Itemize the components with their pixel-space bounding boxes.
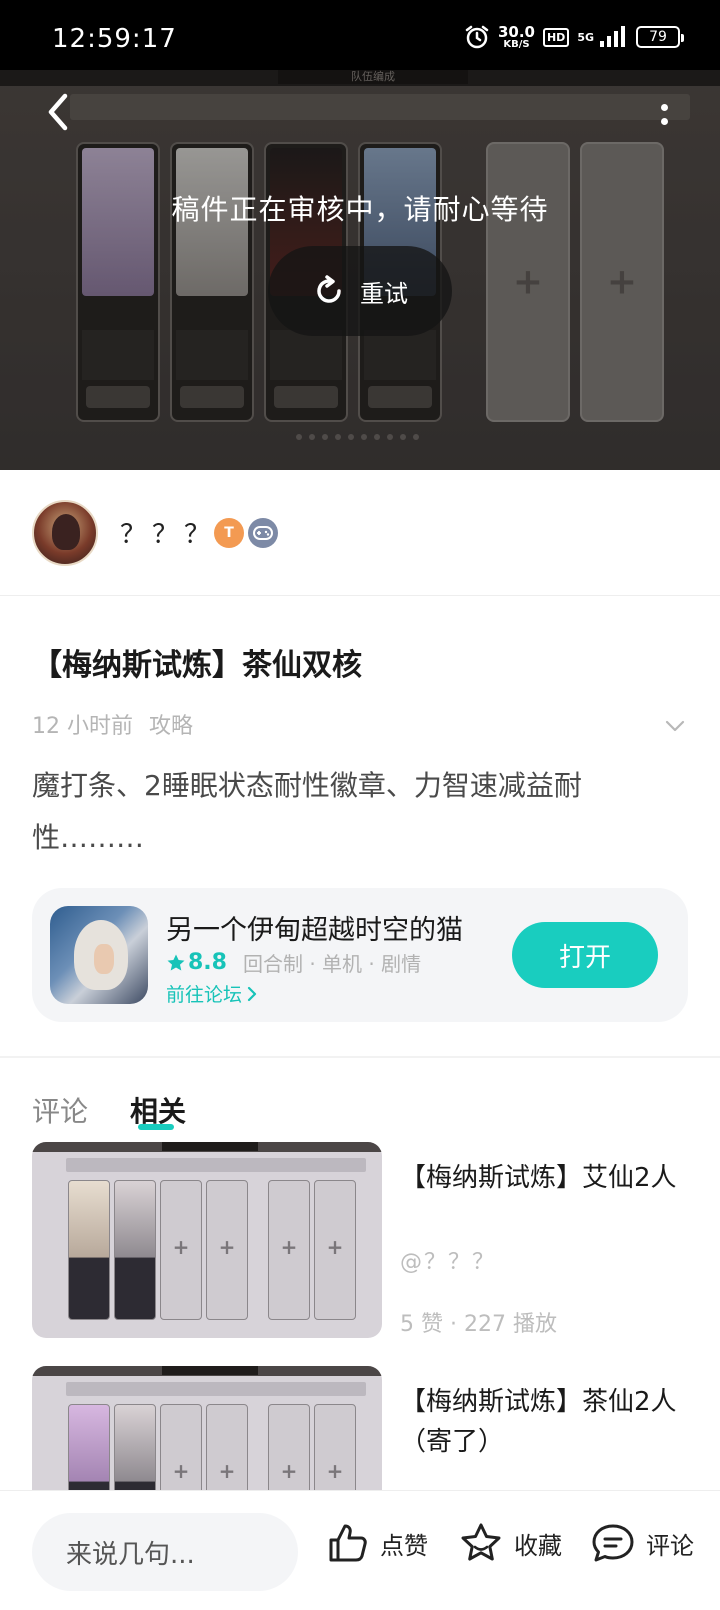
game-name[interactable]: 另一个伊甸超越时空的猫 <box>166 908 463 947</box>
comment-input[interactable]: 来说几句... <box>32 1513 298 1591</box>
battery-icon: 79 <box>636 26 684 48</box>
star-icon <box>167 954 185 970</box>
like-button[interactable]: 点赞 <box>326 1521 428 1565</box>
retry-button[interactable]: 重试 <box>268 246 452 336</box>
post-body: 魔打条、2睡眠状态耐性徽章、力智速减益耐性……… <box>32 769 582 854</box>
game-icon[interactable] <box>50 906 148 1004</box>
chevron-right-icon <box>247 986 257 1001</box>
network-speed-unit: KB/S <box>503 38 530 50</box>
status-time: 12:59:17 <box>52 24 177 54</box>
post-meta: 12 小时前 攻略 <box>32 708 193 740</box>
comment-input-placeholder: 来说几句... <box>66 1539 195 1570</box>
signal-icon <box>600 26 625 47</box>
active-tab-indicator <box>138 1124 174 1130</box>
game-card[interactable]: 另一个伊甸超越时空的猫 8.8 回合制 · 单机 · 剧情 前往论坛 打开 <box>32 888 688 1022</box>
comment-bubble-icon <box>592 1524 634 1562</box>
post-time: 12 小时前 <box>32 714 133 739</box>
related-thumbnail[interactable] <box>32 1142 382 1338</box>
author-name[interactable]: ？？？ <box>120 514 216 551</box>
back-arrow-icon <box>48 93 68 131</box>
more-dot-icon <box>660 103 668 111</box>
comment-button[interactable]: 评论 <box>590 1521 694 1565</box>
open-game-button[interactable]: 打开 <box>512 922 658 988</box>
network-type: 5G <box>577 30 594 44</box>
battery-level: 79 <box>649 29 667 45</box>
comment-label: 评论 <box>646 1531 694 1560</box>
network-speed: 30.0 KB/S <box>497 22 535 50</box>
bottom-action-bar: 来说几句... 点赞 收藏 评论 <box>0 1490 720 1610</box>
thumbs-up-icon <box>329 1524 367 1562</box>
related-stats: 5 赞 · 227 播放 <box>400 1312 557 1337</box>
gamepad-icon <box>248 518 278 548</box>
forum-link-label: 前往论坛 <box>166 984 243 1006</box>
avatar[interactable] <box>32 500 98 566</box>
back-button[interactable] <box>38 90 78 134</box>
alarm-icon <box>465 25 489 49</box>
tab-comments[interactable]: 评论 <box>32 1090 88 1130</box>
game-rating: 8.8 回合制 · 单机 · 剧情 <box>166 948 421 977</box>
forum-link[interactable]: 前往论坛 <box>166 980 258 1007</box>
author-row[interactable]: ？？？ T <box>0 470 720 596</box>
favorite-button[interactable]: 收藏 <box>458 1521 562 1565</box>
related-author: @？？？ <box>400 1250 497 1275</box>
related-title[interactable]: 【梅纳斯试炼】艾仙2人 <box>400 1158 690 1198</box>
game-tags: 回合制 · 单机 · 剧情 <box>242 952 422 976</box>
favorite-label: 收藏 <box>514 1531 562 1560</box>
status-bar: 12:59:17 30.0 KB/S HD 5G 79 <box>0 0 720 70</box>
level-badge-icon: T <box>214 518 244 548</box>
level-badge-label: T <box>224 525 234 541</box>
network-speed-value: 30.0 <box>497 22 535 41</box>
related-item[interactable]: 【梅纳斯试炼】艾仙2人 @？？？ 5 赞 · 227 播放 <box>32 1142 688 1342</box>
more-dot-icon <box>660 117 668 125</box>
more-options-button[interactable] <box>652 96 676 132</box>
chevron-down-icon[interactable] <box>664 714 686 736</box>
post-title: 【梅纳斯试炼】茶仙双核 <box>32 648 362 683</box>
review-status-message: 稿件正在审核中，请耐心等待 <box>171 193 549 226</box>
hd-icon: HD <box>542 27 570 47</box>
like-label: 点赞 <box>380 1531 428 1560</box>
post-category[interactable]: 攻略 <box>149 714 193 739</box>
refresh-icon <box>317 275 341 303</box>
video-player[interactable]: 队伍编成 + + 稿件正在审核中，请耐心等待 重试 <box>0 70 720 470</box>
related-title[interactable]: 【梅纳斯试炼】茶仙2人（寄了） <box>400 1382 690 1462</box>
section-divider <box>0 1056 720 1058</box>
star-outline-icon <box>461 1523 501 1561</box>
game-score: 8.8 <box>188 950 227 975</box>
retry-label: 重试 <box>360 279 408 308</box>
status-icons: 30.0 KB/S HD 5G 79 <box>464 22 684 52</box>
